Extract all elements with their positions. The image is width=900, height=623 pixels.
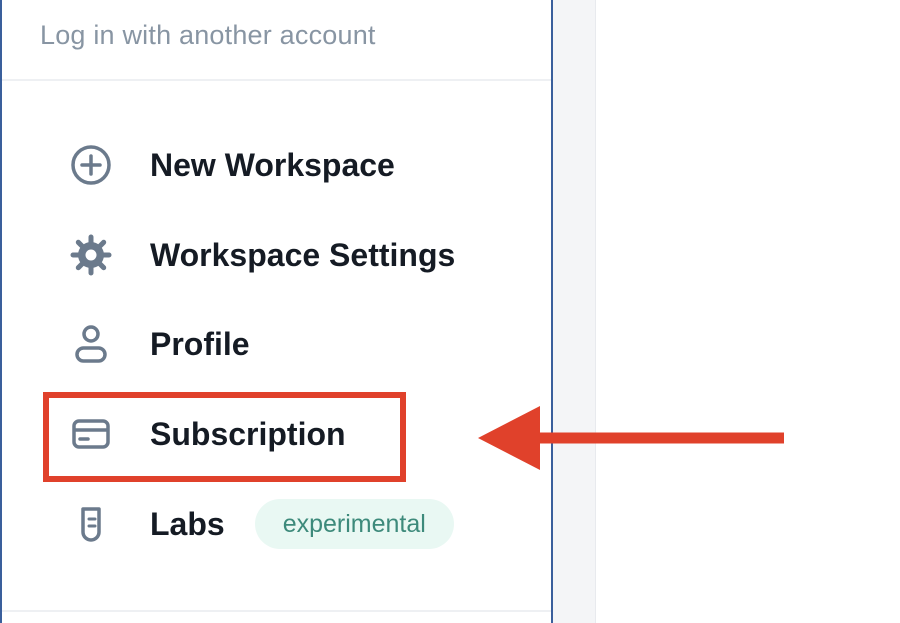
login-another-account-link[interactable]: Log in with another account (40, 20, 376, 51)
menu-item-workspace-settings[interactable]: Workspace Settings (68, 229, 455, 281)
menu-item-label: New Workspace (150, 146, 395, 183)
menu-item-label: Profile (150, 325, 250, 362)
account-menu-panel: Log in with another account New Workspac… (0, 0, 553, 623)
credit-card-icon (68, 411, 114, 457)
menu-item-new-workspace[interactable]: New Workspace (68, 139, 395, 191)
gear-icon (68, 232, 114, 278)
arrow-left-icon (478, 406, 784, 470)
menu-item-labs[interactable]: Labs experimental (68, 498, 454, 550)
menu-item-label: Workspace Settings (150, 236, 456, 273)
menu-item-subscription[interactable]: Subscription (68, 408, 346, 460)
menu-item-label: Labs (150, 505, 225, 542)
experimental-badge: experimental (254, 499, 454, 549)
menu-divider-top (2, 79, 551, 81)
user-icon (68, 321, 114, 367)
plus-circle-icon (68, 142, 114, 188)
screen: Log in with another account New Workspac… (0, 0, 900, 623)
menu-item-label: Subscription (150, 415, 346, 452)
menu-item-profile[interactable]: Profile (68, 318, 250, 370)
menu-divider-bottom (2, 610, 551, 612)
test-tube-icon (68, 501, 114, 547)
scrollbar-track (553, 0, 596, 623)
